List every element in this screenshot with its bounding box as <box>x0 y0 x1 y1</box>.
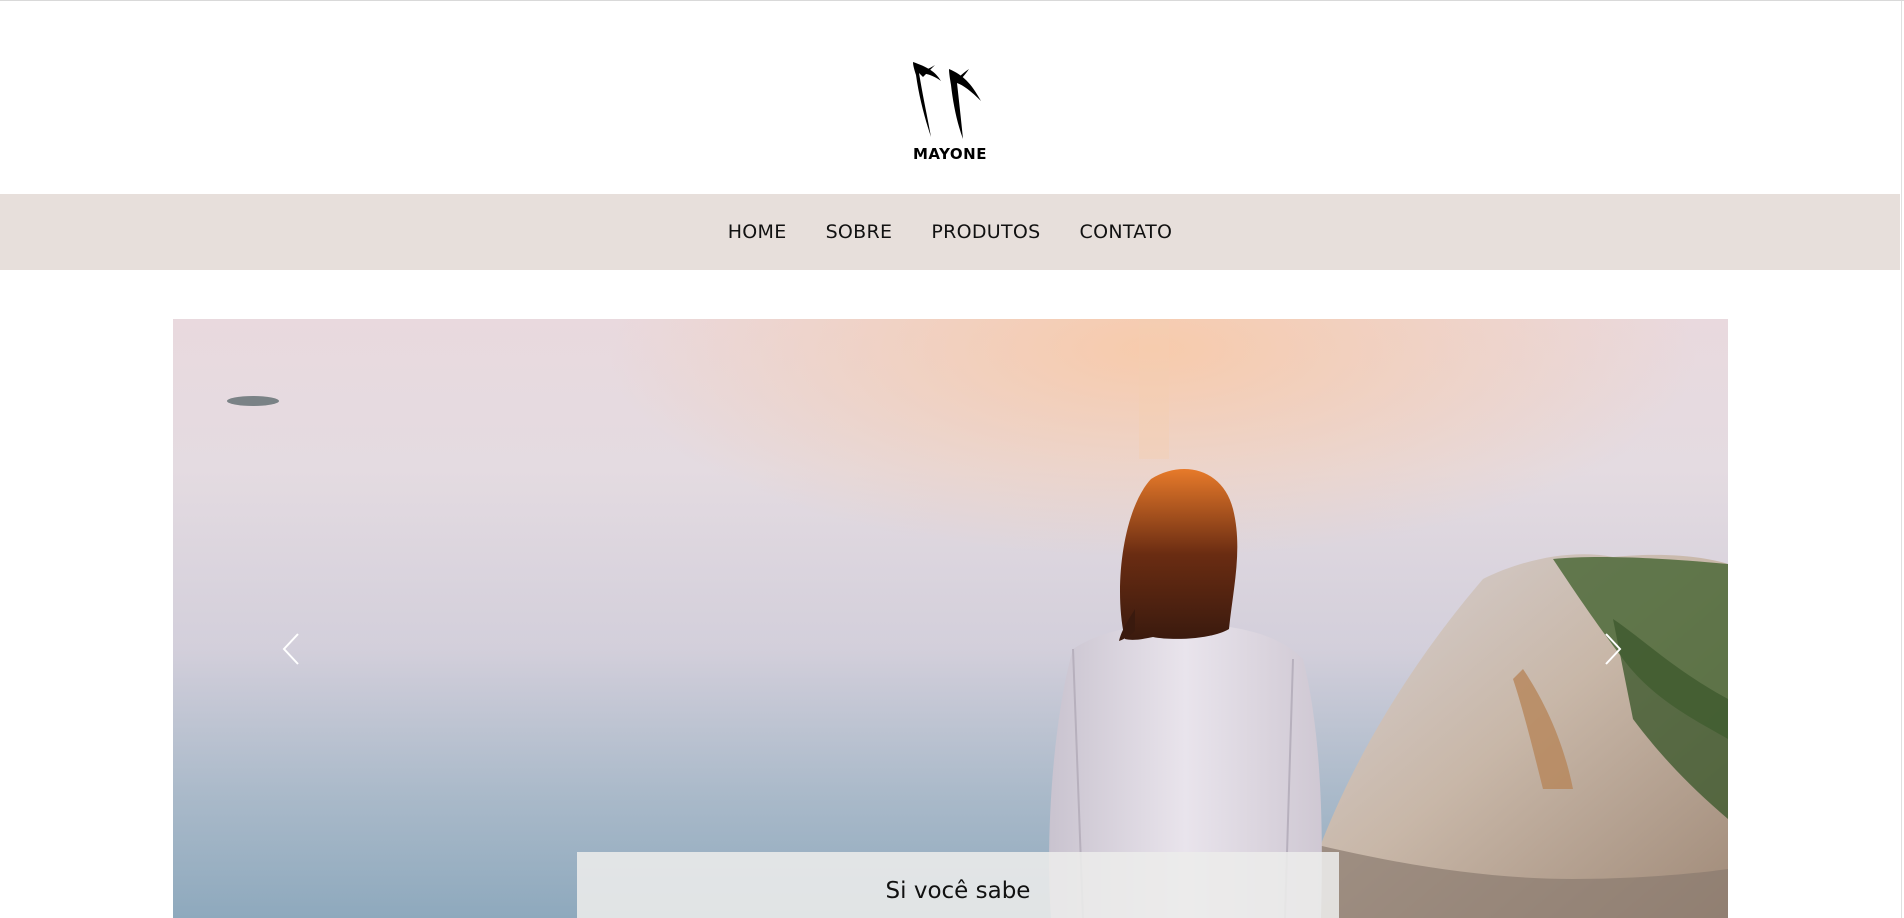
hero-slide-image <box>173 319 1728 918</box>
slide-caption: Si você sabe <box>577 852 1339 918</box>
logo-text: MAYONE <box>913 145 987 163</box>
nav-item-home[interactable]: HOME <box>728 221 787 243</box>
brand-logo[interactable]: MAYONE <box>900 57 1000 167</box>
slide-caption-title: Si você sabe <box>885 878 1031 904</box>
scrollbar-edge <box>1901 1 1902 918</box>
chevron-right-icon <box>1605 633 1622 665</box>
carousel-next-control[interactable] <box>1591 629 1631 669</box>
nav-item-contato[interactable]: CONTATO <box>1080 221 1173 243</box>
carousel-prev-control[interactable] <box>273 629 313 669</box>
nav-item-sobre[interactable]: SOBRE <box>826 221 893 243</box>
nav-item-produtos[interactable]: PRODUTOS <box>931 221 1040 243</box>
logo-mark-icon <box>913 62 981 139</box>
main-nav: HOME SOBRE PRODUTOS CONTATO <box>0 194 1900 270</box>
site-header: MAYONE <box>0 1 1900 194</box>
chevron-left-icon <box>282 633 299 665</box>
hero-carousel: Si você sabe <box>173 319 1728 918</box>
